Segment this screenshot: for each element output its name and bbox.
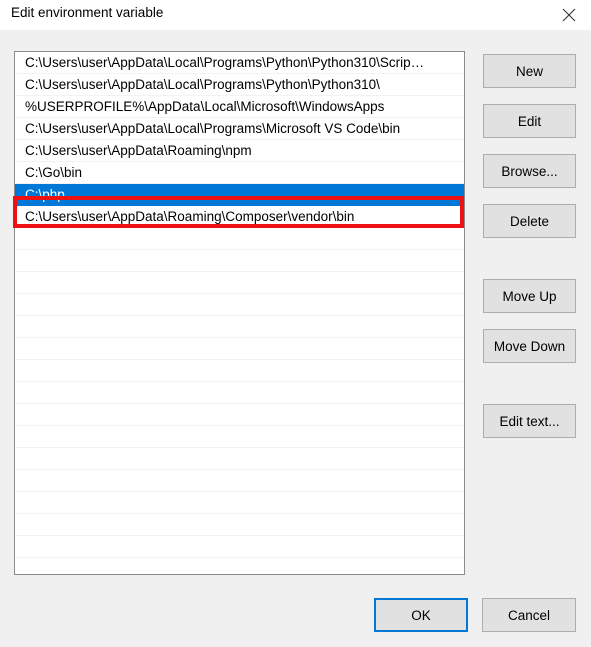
list-item[interactable]: C:\Users\user\AppData\Local\Programs\Mic… <box>15 118 464 140</box>
list-item[interactable]: C:\Users\user\AppData\Local\Programs\Pyt… <box>15 52 464 74</box>
move-down-button[interactable]: Move Down <box>483 329 576 363</box>
list-item-empty[interactable] <box>15 272 464 294</box>
list-item-empty[interactable] <box>15 470 464 492</box>
browse-button[interactable]: Browse... <box>483 154 576 188</box>
list-item[interactable]: C:\Users\user\AppData\Roaming\npm <box>15 140 464 162</box>
list-item[interactable]: C:\Users\user\AppData\Roaming\Composer\v… <box>15 206 464 228</box>
close-icon <box>561 7 577 23</box>
list-item-empty[interactable] <box>15 360 464 382</box>
cancel-button[interactable]: Cancel <box>482 598 576 632</box>
title-bar: Edit environment variable <box>0 0 591 30</box>
list-item-empty[interactable] <box>15 228 464 250</box>
list-item-empty[interactable] <box>15 316 464 338</box>
list-item-empty[interactable] <box>15 382 464 404</box>
list-item[interactable]: C:\Go\bin <box>15 162 464 184</box>
new-button[interactable]: New <box>483 54 576 88</box>
list-item-empty[interactable] <box>15 294 464 316</box>
list-item-empty[interactable] <box>15 250 464 272</box>
list-item[interactable]: %USERPROFILE%\AppData\Local\Microsoft\Wi… <box>15 96 464 118</box>
edit-button[interactable]: Edit <box>483 104 576 138</box>
path-list[interactable]: C:\Users\user\AppData\Local\Programs\Pyt… <box>14 51 465 575</box>
list-item[interactable]: C:\php <box>15 184 464 206</box>
list-item-empty[interactable] <box>15 338 464 360</box>
list-item-empty[interactable] <box>15 536 464 558</box>
delete-button[interactable]: Delete <box>483 204 576 238</box>
edit-text-button[interactable]: Edit text... <box>483 404 576 438</box>
list-item[interactable]: C:\Users\user\AppData\Local\Programs\Pyt… <box>15 74 464 96</box>
list-item-empty[interactable] <box>15 426 464 448</box>
move-up-button[interactable]: Move Up <box>483 279 576 313</box>
list-item-empty[interactable] <box>15 404 464 426</box>
list-item-empty[interactable] <box>15 492 464 514</box>
list-item-empty[interactable] <box>15 514 464 536</box>
close-button[interactable] <box>546 0 591 30</box>
ok-button[interactable]: OK <box>374 598 468 632</box>
window-title: Edit environment variable <box>11 5 163 20</box>
list-item-empty[interactable] <box>15 448 464 470</box>
